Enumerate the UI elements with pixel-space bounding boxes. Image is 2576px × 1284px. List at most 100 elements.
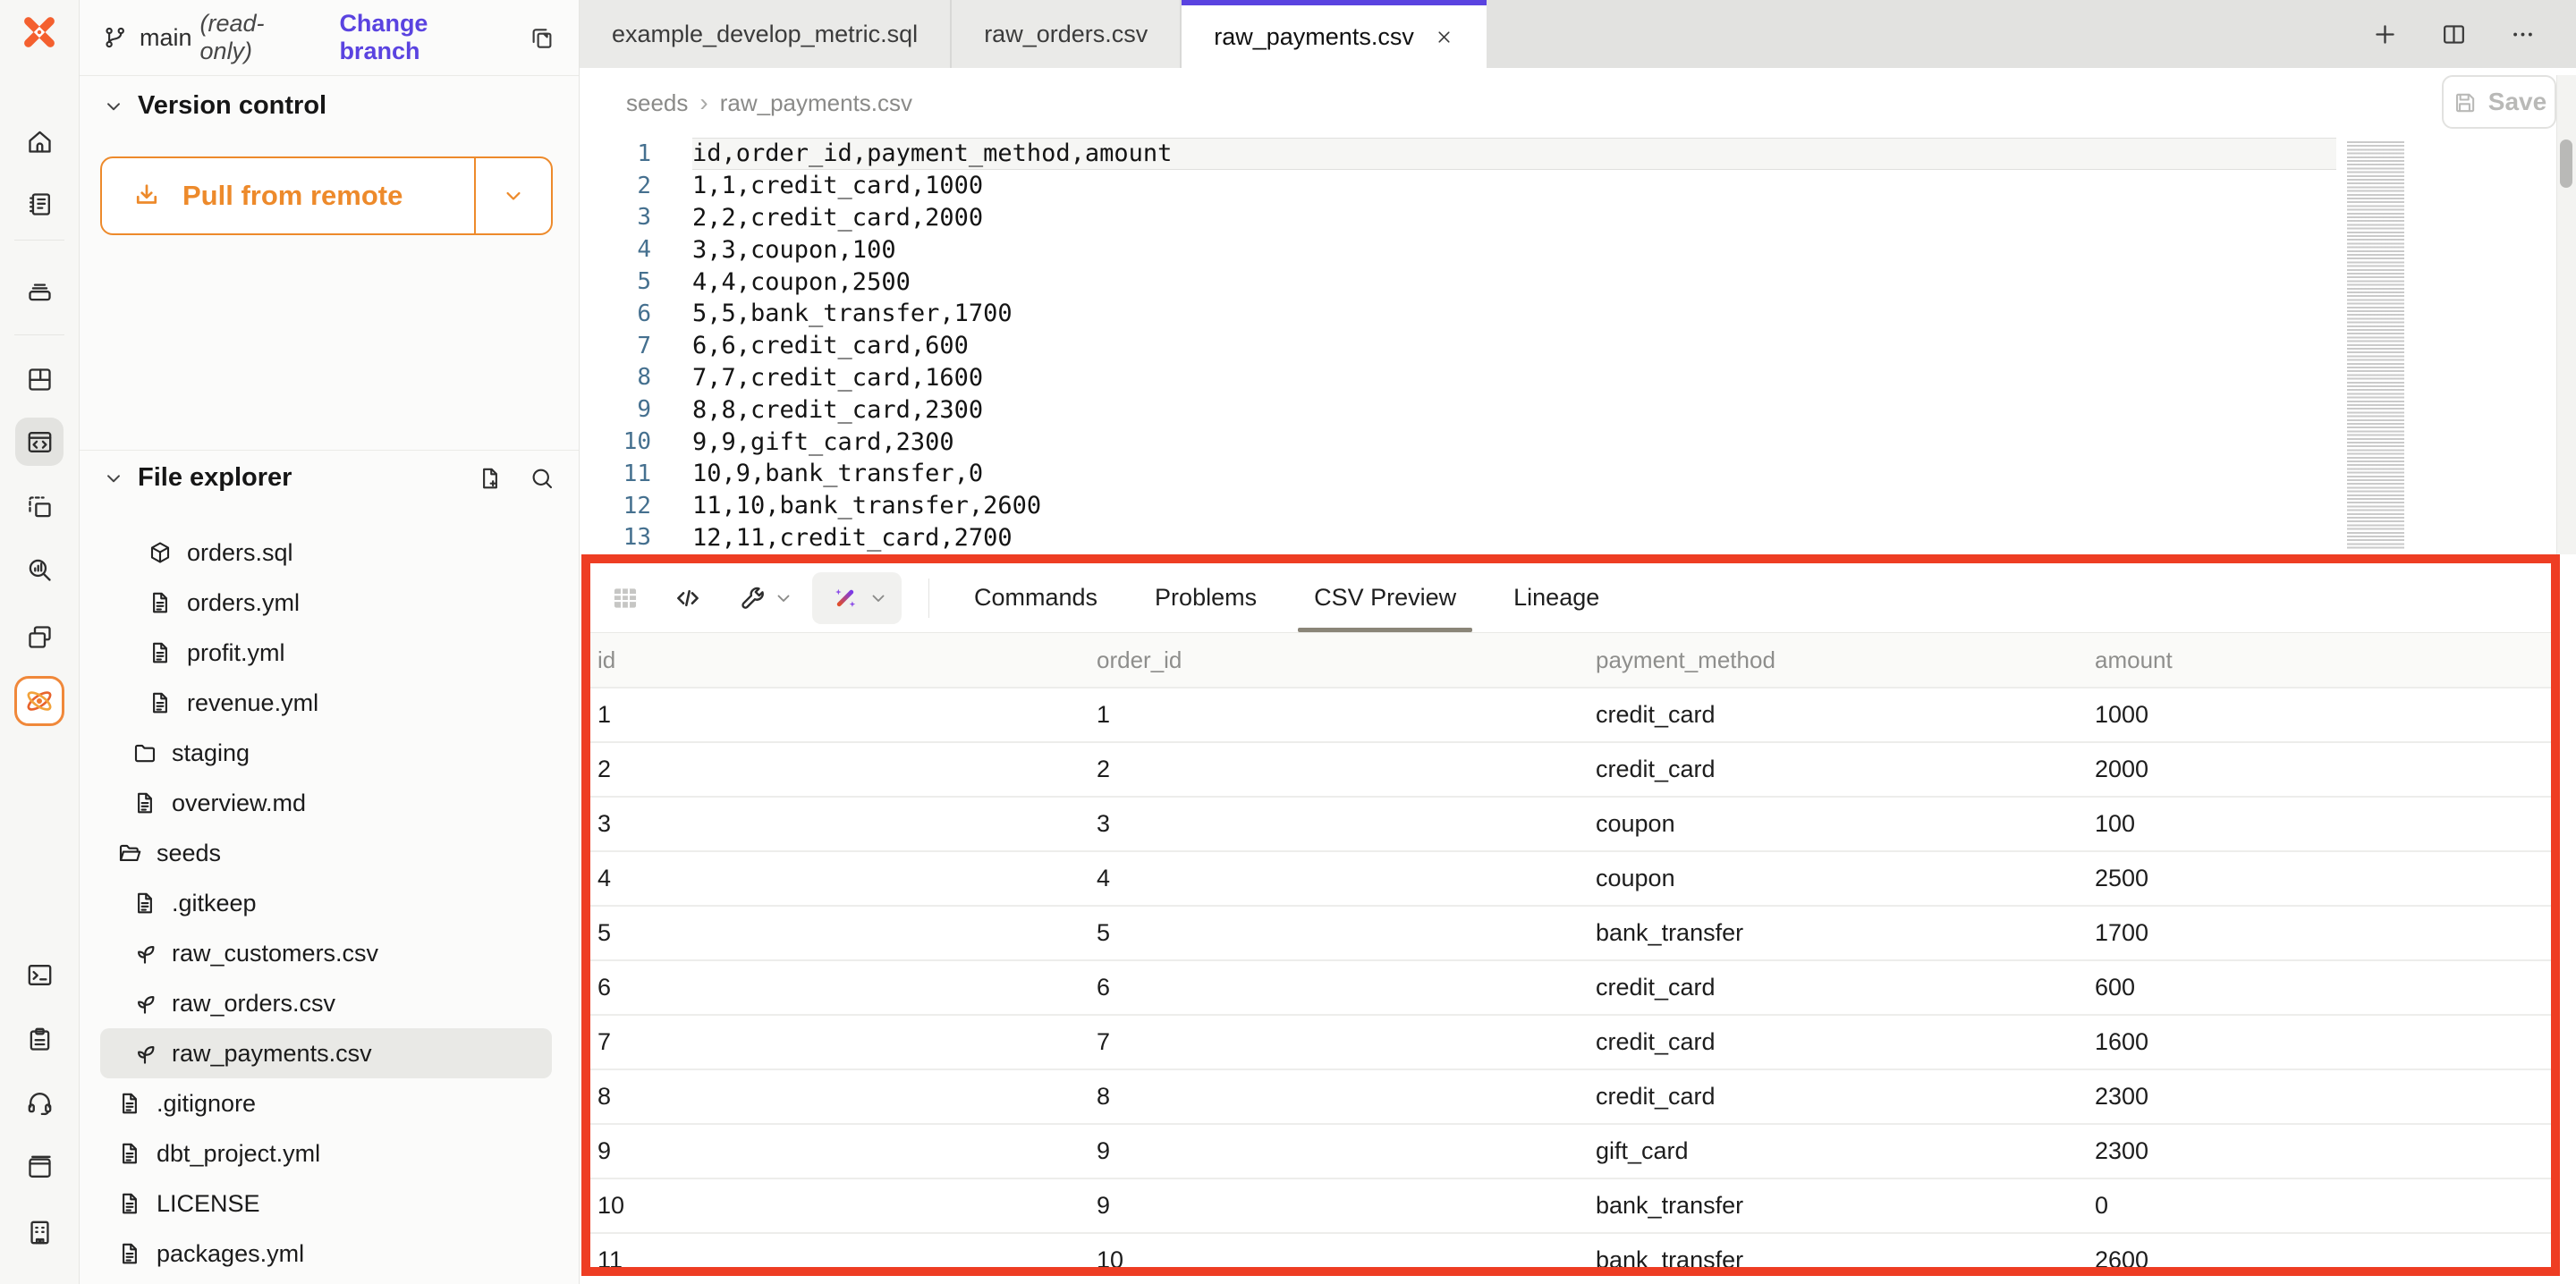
- code-line[interactable]: 76,6,credit_card,600: [580, 330, 2576, 362]
- table-cell: 6: [1089, 974, 1589, 1001]
- table-row[interactable]: 11credit_card1000: [590, 687, 2551, 741]
- file-item-label: orders.sql: [187, 539, 293, 567]
- file-item--gitkeep[interactable]: .gitkeep: [79, 878, 579, 928]
- panel-tab-csv-preview[interactable]: CSV Preview: [1314, 563, 1456, 632]
- clipboard-icon[interactable]: [20, 1019, 59, 1059]
- table-cell: 2300: [2088, 1137, 2551, 1165]
- code-line[interactable]: 43,3,coupon,100: [580, 233, 2576, 266]
- more-options-icon[interactable]: [2509, 21, 2537, 48]
- table-cell: 1: [590, 701, 1089, 729]
- code-line[interactable]: 1211,10,bank_transfer,2600: [580, 490, 2576, 522]
- table-row[interactable]: 33coupon100: [590, 796, 2551, 850]
- close-tab-icon[interactable]: [1434, 27, 1454, 47]
- table-row[interactable]: 1110bank_transfer2600: [590, 1232, 2551, 1276]
- code-text: 2,2,credit_card,2000: [692, 202, 2336, 234]
- panel-tab-problems[interactable]: Problems: [1155, 563, 1257, 632]
- code-text: 10,9,bank_transfer,0: [692, 458, 2336, 490]
- code-line[interactable]: 54,4,coupon,2500: [580, 266, 2576, 298]
- file-item-staging[interactable]: staging: [79, 728, 579, 778]
- panel-tab-lineage[interactable]: Lineage: [1513, 563, 1599, 632]
- save-icon: [2452, 89, 2478, 115]
- docs-icon[interactable]: [20, 1147, 59, 1187]
- chevron-down-icon[interactable]: [773, 587, 794, 609]
- terminal-icon[interactable]: [20, 955, 59, 994]
- table-row[interactable]: 109bank_transfer0: [590, 1178, 2551, 1232]
- pull-options-caret[interactable]: [474, 158, 551, 233]
- breadcrumb-parent[interactable]: seeds: [626, 89, 688, 117]
- code-line[interactable]: 21,1,credit_card,1000: [580, 170, 2576, 202]
- code-line[interactable]: 65,5,bank_transfer,1700: [580, 298, 2576, 330]
- panel-tab-commands[interactable]: Commands: [974, 563, 1097, 632]
- tab-label: raw_orders.csv: [984, 21, 1148, 48]
- editor-minimap[interactable]: [2347, 141, 2404, 551]
- pull-from-remote-button[interactable]: Pull from remote: [100, 156, 553, 235]
- drawer-icon[interactable]: [20, 271, 59, 310]
- build-tools-icon[interactable]: [730, 578, 771, 619]
- table-row[interactable]: 99gift_card2300: [590, 1123, 2551, 1178]
- query-icon[interactable]: [20, 550, 59, 589]
- tab-example-develop-metric-sql[interactable]: example_develop_metric.sql: [580, 0, 952, 68]
- file-item-seeds[interactable]: seeds: [79, 828, 579, 878]
- folder-icon: [131, 739, 158, 766]
- new-file-icon[interactable]: [477, 465, 504, 492]
- frame-icon[interactable]: [20, 487, 59, 527]
- scrollbar-thumb[interactable]: [2560, 139, 2572, 188]
- ai-assist-button[interactable]: [812, 572, 902, 624]
- windows-icon[interactable]: [20, 617, 59, 656]
- table-row[interactable]: 77credit_card1600: [590, 1014, 2551, 1069]
- split-editor-icon[interactable]: [2440, 21, 2468, 48]
- code-view-icon[interactable]: [667, 578, 708, 619]
- breadcrumb-separator: ›: [699, 89, 708, 117]
- file-item-overview-md[interactable]: overview.md: [79, 778, 579, 828]
- file-item-packages-yml[interactable]: packages.yml: [79, 1229, 579, 1279]
- code-editor[interactable]: 1id,order_id,payment_method,amount21,1,c…: [580, 138, 2576, 554]
- table-row[interactable]: 55bank_transfer1700: [590, 905, 2551, 959]
- code-line[interactable]: 1312,11,credit_card,2700: [580, 522, 2576, 554]
- file-item-raw-customers-csv[interactable]: raw_customers.csv: [79, 928, 579, 978]
- file-item-profit-yml[interactable]: profit.yml: [79, 628, 579, 678]
- table-row[interactable]: 22credit_card2000: [590, 741, 2551, 796]
- table-view-icon[interactable]: [605, 578, 646, 619]
- file-item-raw-payments-csv[interactable]: raw_payments.csv: [100, 1028, 552, 1078]
- file-item-raw-orders-csv[interactable]: raw_orders.csv: [79, 978, 579, 1028]
- tab-raw-payments-csv[interactable]: raw_payments.csv: [1182, 0, 1487, 68]
- file-item--gitignore[interactable]: .gitignore: [79, 1078, 579, 1128]
- chevron-down-icon: [102, 467, 125, 490]
- version-control-header[interactable]: Version control: [102, 91, 326, 121]
- notebook-icon[interactable]: [20, 184, 59, 224]
- table-row[interactable]: 88credit_card2300: [590, 1069, 2551, 1123]
- table-cell: 2300: [2088, 1083, 2551, 1111]
- atom-icon[interactable]: [14, 676, 64, 726]
- tab-raw-orders-csv[interactable]: raw_orders.csv: [952, 0, 1182, 68]
- copy-icon[interactable]: [529, 24, 555, 51]
- save-button[interactable]: Save: [2442, 75, 2556, 129]
- editor-scrollbar[interactable]: [2556, 75, 2576, 554]
- home-icon[interactable]: [20, 122, 59, 161]
- file-item-orders-sql[interactable]: orders.sql: [79, 528, 579, 578]
- dashboard-icon[interactable]: [20, 359, 59, 399]
- code-line[interactable]: 87,7,credit_card,1600: [580, 362, 2576, 394]
- search-icon[interactable]: [529, 465, 555, 492]
- code-line[interactable]: 1id,order_id,payment_method,amount: [580, 138, 2576, 170]
- file-item-dbt-project-yml[interactable]: dbt_project.yml: [79, 1128, 579, 1178]
- table-cell: 1: [1089, 701, 1589, 729]
- file-item-orders-yml[interactable]: orders.yml: [79, 578, 579, 628]
- code-line[interactable]: 32,2,credit_card,2000: [580, 202, 2576, 234]
- code-line[interactable]: 109,9,gift_card,2300: [580, 426, 2576, 458]
- code-window-icon[interactable]: [15, 418, 64, 466]
- file-explorer-title: File explorer: [138, 463, 292, 493]
- file-item-license[interactable]: LICENSE: [79, 1178, 579, 1229]
- file-item-revenue-yml[interactable]: revenue.yml: [79, 678, 579, 728]
- change-branch-link[interactable]: Change branch: [339, 10, 509, 65]
- new-tab-icon[interactable]: [2371, 21, 2399, 48]
- breadcrumb-current[interactable]: raw_payments.csv: [720, 89, 912, 117]
- line-number: 8: [580, 362, 651, 394]
- table-row[interactable]: 44coupon2500: [590, 850, 2551, 905]
- headset-icon[interactable]: [20, 1083, 59, 1122]
- code-line[interactable]: 1110,9,bank_transfer,0: [580, 458, 2576, 490]
- code-line[interactable]: 98,8,credit_card,2300: [580, 393, 2576, 426]
- branch-name: main: [140, 24, 192, 52]
- file-explorer-header[interactable]: File explorer: [102, 463, 555, 493]
- building-icon[interactable]: [20, 1212, 59, 1252]
- table-row[interactable]: 66credit_card600: [590, 959, 2551, 1014]
